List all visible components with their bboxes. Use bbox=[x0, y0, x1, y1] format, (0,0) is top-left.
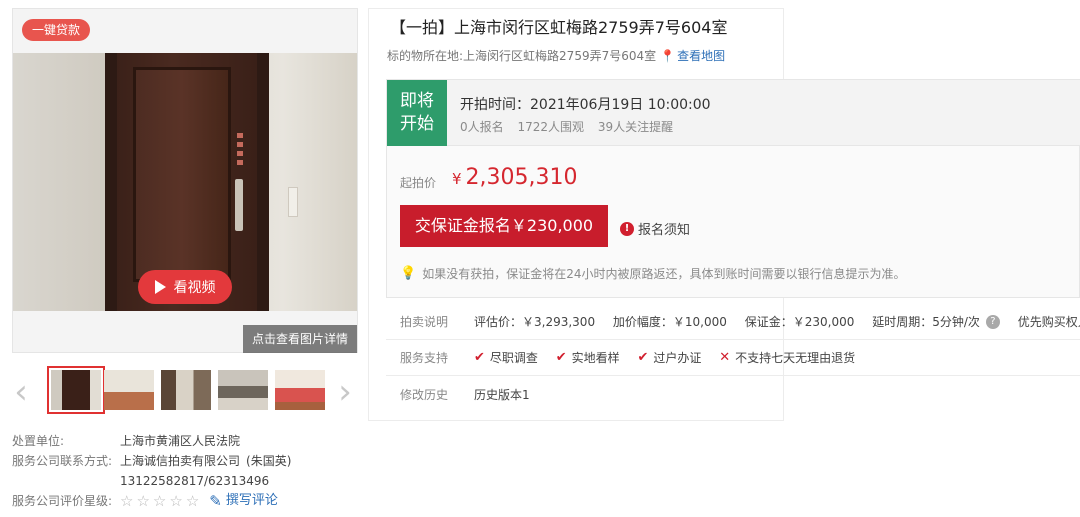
watcher-count: 1722人围观 bbox=[517, 120, 585, 134]
no-return-text: 不支持七天无理由退货 bbox=[735, 351, 856, 365]
write-review-link[interactable]: ✎ 撰写评论 bbox=[209, 491, 278, 511]
extension-period: 延时周期：5分钟/次 bbox=[872, 315, 980, 329]
service-label: 服务支持 bbox=[400, 351, 449, 365]
location-value: 上海闵行区虹梅路2759弄7号604室 bbox=[463, 49, 657, 63]
signup-count: 0人报名 bbox=[460, 120, 504, 134]
company-phone: 13122582817/62313496 bbox=[120, 474, 270, 488]
view-map-link[interactable]: 查看地图 bbox=[677, 47, 725, 64]
prev-thumb-arrow-icon[interactable]: ‹ bbox=[10, 372, 32, 412]
service-text: 过户办证 bbox=[653, 351, 702, 365]
history-label: 修改历史 bbox=[400, 387, 449, 402]
watch-video-label: 看视频 bbox=[173, 280, 216, 296]
status-badge: 即将开始 bbox=[387, 80, 447, 146]
loan-badge[interactable]: 一键贷款 bbox=[22, 19, 91, 41]
door-lock-buttons bbox=[237, 133, 243, 169]
signup-notice-label: 报名须知 bbox=[638, 223, 691, 238]
star-icon[interactable]: ☆ bbox=[153, 491, 166, 511]
star-icon[interactable]: ☆ bbox=[186, 491, 199, 511]
company-value: 上海诚信拍卖有限公司 bbox=[120, 454, 241, 468]
door-panel bbox=[133, 67, 231, 282]
court-value: 上海市黄浦区人民法院 bbox=[120, 434, 241, 448]
company-contact: (朱国英) bbox=[246, 454, 292, 468]
write-review-label: 撰写评论 bbox=[225, 493, 278, 508]
check-icon: ✔ bbox=[474, 350, 485, 365]
service-item: ✔ 尽职调查 bbox=[474, 349, 538, 366]
start-time: 开拍时间：2021年06月19日 10:00:00 bbox=[460, 97, 711, 113]
thumbnail-4[interactable] bbox=[218, 370, 268, 410]
wall-switch bbox=[288, 187, 298, 217]
start-price: ¥2,305,310 bbox=[452, 165, 578, 190]
follower-count: 39人关注提醒 bbox=[597, 120, 674, 134]
map-pin-icon: 📍 bbox=[660, 48, 676, 63]
auction-rules-row: 拍卖说明 评估价：￥3,293,300 加价幅度：￥10,000 保证金：￥23… bbox=[386, 304, 1080, 340]
cross-icon: ✕ bbox=[719, 350, 731, 365]
start-price-label: 起拍价 bbox=[400, 176, 437, 190]
door-handle bbox=[235, 179, 243, 231]
company-label: 服务公司联系方式: bbox=[12, 454, 113, 468]
service-text: 实地看样 bbox=[571, 351, 620, 365]
star-icon[interactable]: ☆ bbox=[120, 491, 133, 511]
auction-stats: 0人报名 1722人围观 39人关注提醒 bbox=[460, 118, 683, 135]
edit-history-row: 修改历史 历史版本1 bbox=[386, 376, 1080, 412]
deposit-refund-text: 如果没有获拍，保证金将在24小时内被原路返还，具体到账时间需要以银行信息提示为准… bbox=[422, 267, 906, 281]
service-text: 尽职调查 bbox=[489, 351, 538, 365]
price-value: 2,305,310 bbox=[465, 165, 578, 190]
alert-icon: ! bbox=[620, 221, 634, 236]
thumbnail-1[interactable] bbox=[47, 366, 105, 414]
thumbnail-3[interactable] bbox=[161, 370, 211, 410]
priority-buyer: 优先购买权人：无 bbox=[1017, 315, 1080, 329]
check-icon: ✔ bbox=[555, 350, 567, 365]
history-version-link[interactable]: 历史版本1 bbox=[474, 386, 530, 403]
star-icon[interactable]: ☆ bbox=[169, 491, 182, 511]
thumbnail-2[interactable] bbox=[104, 370, 154, 410]
thumbnail-5[interactable] bbox=[275, 370, 325, 410]
service-item: ✔ 过户办证 bbox=[638, 349, 702, 366]
signup-notice-link[interactable]: ! 报名须知 bbox=[620, 219, 690, 238]
deposit-amount: 保证金：￥230,000 bbox=[744, 315, 855, 329]
rating-label: 服务公司评价星级: bbox=[12, 494, 113, 508]
location-label: 标的物所在地: bbox=[387, 49, 464, 63]
bid-increment: 加价幅度：￥10,000 bbox=[612, 315, 727, 329]
priority-buyer-wrap: 优先购买权人：无? bbox=[1018, 313, 1080, 330]
play-icon bbox=[154, 280, 166, 294]
court-label: 处置单位: bbox=[12, 434, 65, 448]
extension-period-wrap: 延时周期：5分钟/次? bbox=[872, 313, 1000, 330]
pay-deposit-button[interactable]: 交保证金报名￥230,000 bbox=[400, 205, 608, 247]
view-photo-details-button[interactable]: 点击查看图片详情 bbox=[243, 325, 357, 353]
listing-title: 【一拍】上海市闵行区虹梅路2759弄7号604室 bbox=[390, 18, 728, 37]
service-item: ✔ 实地看样 bbox=[556, 349, 620, 366]
watch-video-button[interactable]: 看视频 bbox=[138, 270, 232, 304]
price-currency: ¥ bbox=[452, 170, 462, 188]
rules-label: 拍卖说明 bbox=[400, 315, 449, 329]
pencil-icon: ✎ bbox=[209, 492, 222, 510]
lightbulb-icon: 💡 bbox=[400, 266, 417, 281]
disposal-info: 处置单位: 上海市黄浦区人民法院 服务公司联系方式: 上海诚信拍卖有限公司 (朱国… bbox=[12, 431, 291, 511]
help-icon[interactable]: ? bbox=[985, 314, 1000, 329]
service-support-row: 服务支持 ✔ 尽职调查 ✔ 实地看样 ✔ 过户办证 ✕ 不支持七天无理由退货 bbox=[386, 340, 1080, 376]
location-line: 标的物所在地: 上海闵行区虹梅路2759弄7号604室 📍 查看地图 bbox=[387, 47, 725, 64]
star-icon[interactable]: ☆ bbox=[136, 491, 149, 511]
appraisal-price: 评估价：￥3,293,300 bbox=[474, 315, 596, 329]
rating-stars[interactable]: ☆ ☆ ☆ ☆ ☆ bbox=[120, 491, 199, 511]
deposit-refund-tip: 💡 如果没有获拍，保证金将在24小时内被原路返还，具体到账时间需要以银行信息提示… bbox=[400, 265, 905, 282]
no-return-item: ✕ 不支持七天无理由退货 bbox=[719, 349, 855, 366]
check-icon: ✔ bbox=[637, 350, 649, 365]
next-thumb-arrow-icon[interactable]: › bbox=[334, 372, 356, 412]
